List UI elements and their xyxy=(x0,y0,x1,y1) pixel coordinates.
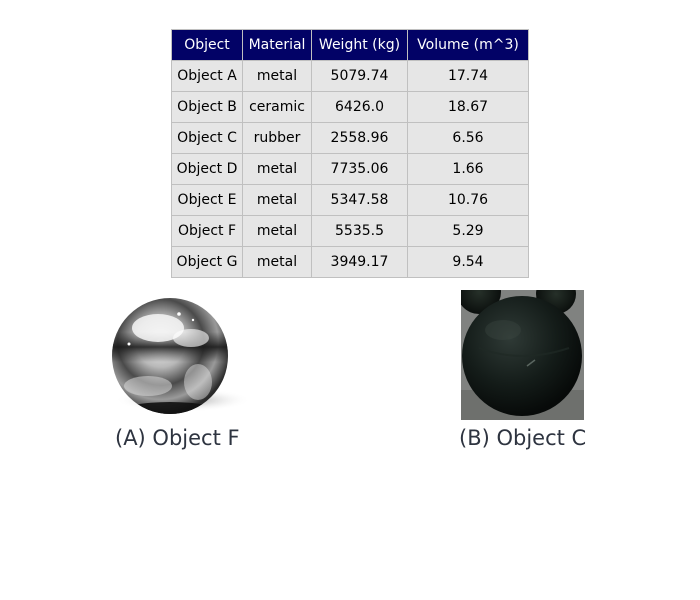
cell-material: metal xyxy=(242,246,312,278)
cell-object: Object G xyxy=(171,246,243,278)
cell-volume: 6.56 xyxy=(407,122,529,154)
table-row: Object B ceramic 6426.0 18.67 xyxy=(171,91,529,123)
cell-volume: 1.66 xyxy=(407,153,529,185)
cell-object: Object C xyxy=(171,122,243,154)
table-header-row: Object Material Weight (kg) Volume (m^3) xyxy=(171,29,529,61)
cell-weight: 3949.17 xyxy=(311,246,408,278)
caption-object-f: (A) Object F xyxy=(115,426,240,450)
cell-object: Object F xyxy=(171,215,243,247)
cell-object: Object A xyxy=(171,60,243,92)
cell-volume: 9.54 xyxy=(407,246,529,278)
cell-weight: 7735.06 xyxy=(311,153,408,185)
table-row: Object F metal 5535.5 5.29 xyxy=(171,215,529,247)
cell-material: metal xyxy=(242,153,312,185)
cell-volume: 17.74 xyxy=(407,60,529,92)
cell-material: metal xyxy=(242,184,312,216)
cell-weight: 2558.96 xyxy=(311,122,408,154)
cell-material: ceramic xyxy=(242,91,312,123)
cell-weight: 5535.5 xyxy=(311,215,408,247)
cell-weight: 5079.74 xyxy=(311,60,408,92)
cell-volume: 5.29 xyxy=(407,215,529,247)
cell-material: metal xyxy=(242,60,312,92)
cell-weight: 6426.0 xyxy=(311,91,408,123)
header-object: Object xyxy=(171,29,243,61)
cell-object: Object E xyxy=(171,184,243,216)
rubber-ball-image xyxy=(461,290,584,420)
table-row: Object C rubber 2558.96 6.56 xyxy=(171,122,529,154)
table-row: Object A metal 5079.74 17.74 xyxy=(171,60,529,92)
cell-material: rubber xyxy=(242,122,312,154)
cell-volume: 10.76 xyxy=(407,184,529,216)
header-weight: Weight (kg) xyxy=(311,29,408,61)
table-row: Object G metal 3949.17 9.54 xyxy=(171,246,529,278)
caption-object-c: (B) Object C xyxy=(459,426,587,450)
table-row: Object E metal 5347.58 10.76 xyxy=(171,184,529,216)
cell-material: metal xyxy=(242,215,312,247)
cell-weight: 5347.58 xyxy=(311,184,408,216)
cell-volume: 18.67 xyxy=(407,91,529,123)
data-table: Object Material Weight (kg) Volume (m^3)… xyxy=(171,29,529,278)
cell-object: Object D xyxy=(171,153,243,185)
header-volume: Volume (m^3) xyxy=(407,29,529,61)
table-row: Object D metal 7735.06 1.66 xyxy=(171,153,529,185)
metal-sphere-image xyxy=(103,290,253,420)
header-material: Material xyxy=(242,29,312,61)
cell-object: Object B xyxy=(171,91,243,123)
